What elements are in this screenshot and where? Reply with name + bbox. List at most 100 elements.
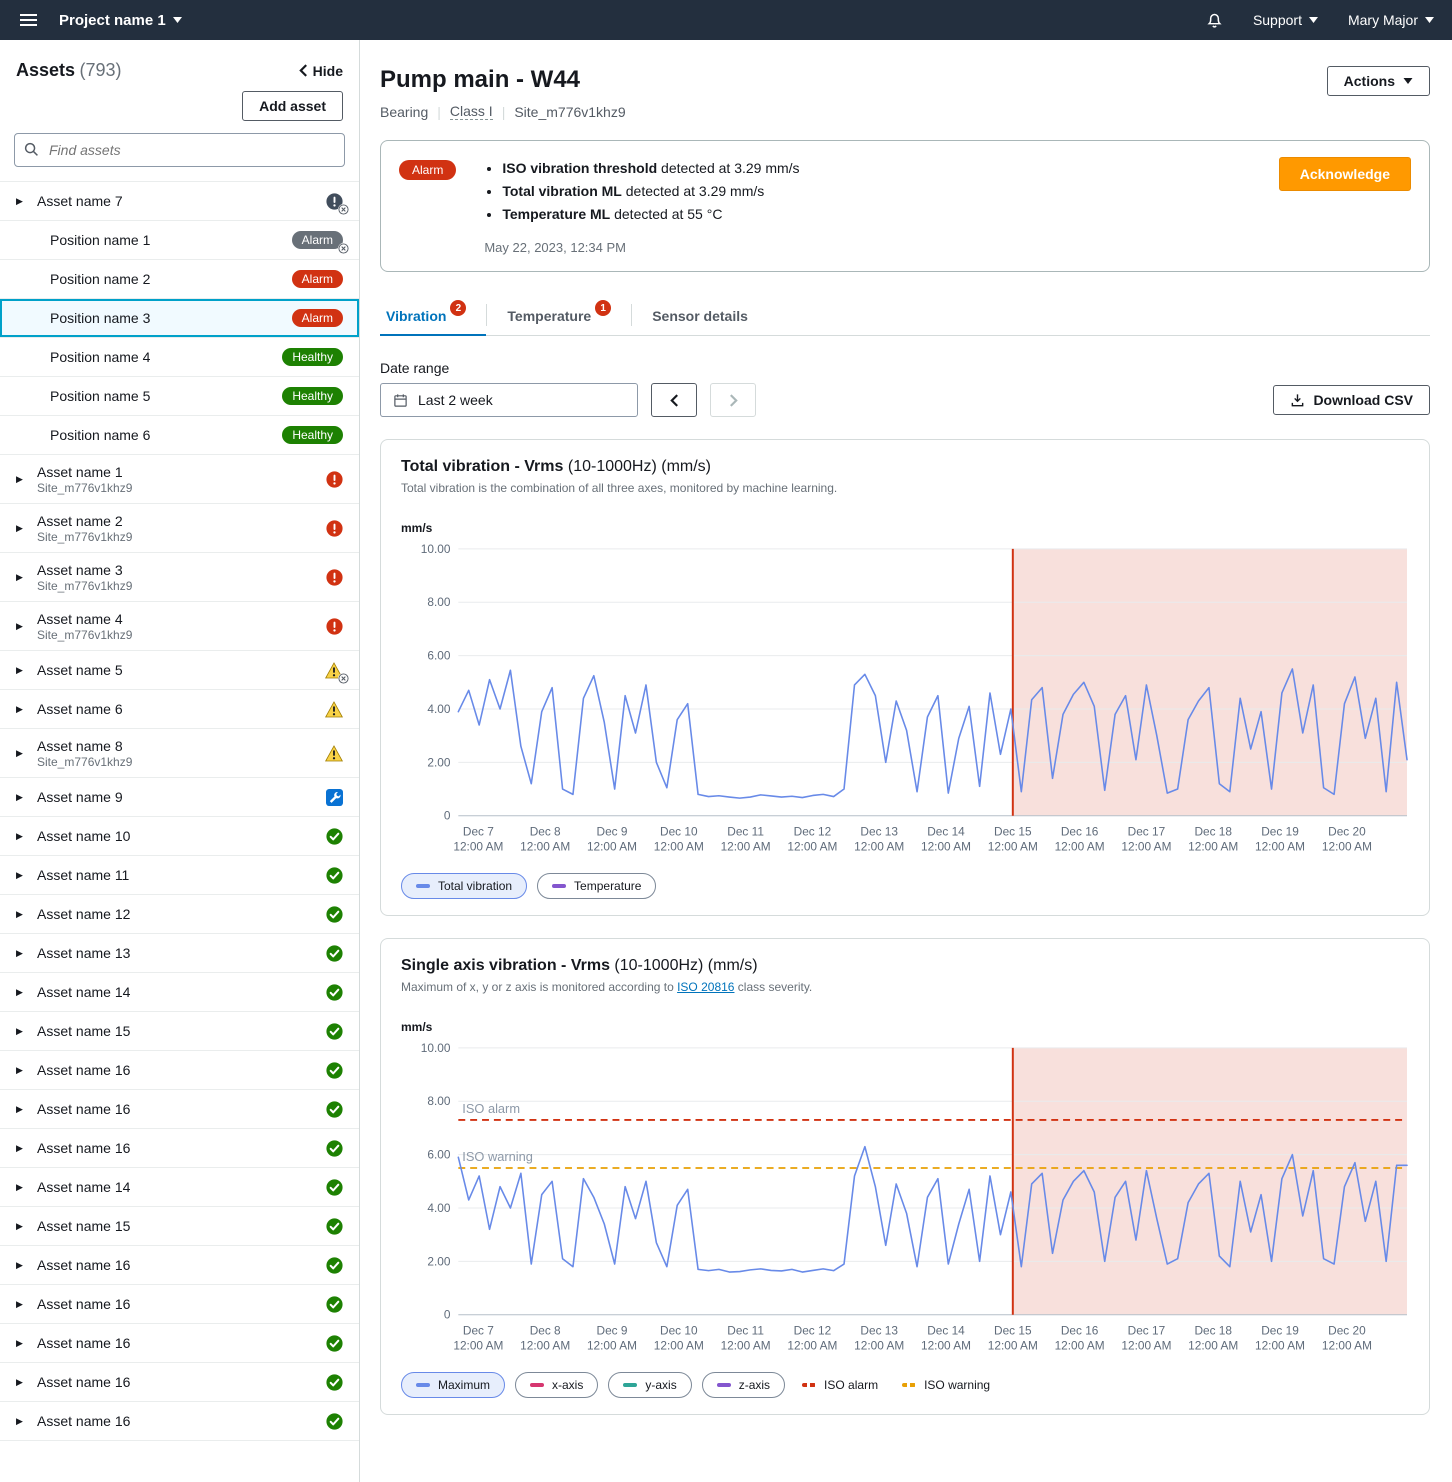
- asset-row[interactable]: ▶Asset name 13: [0, 934, 359, 973]
- position-row[interactable]: Position name 5Healthy: [0, 377, 359, 416]
- asset-row[interactable]: ▶Asset name 7: [0, 182, 359, 221]
- asset-row[interactable]: ▶Asset name 3Site_m776v1khz9: [0, 553, 359, 602]
- position-row[interactable]: Position name 4Healthy: [0, 338, 359, 377]
- asset-row[interactable]: ▶Asset name 15: [0, 1207, 359, 1246]
- asset-row[interactable]: ▶Asset name 16: [0, 1402, 359, 1441]
- expand-caret-icon[interactable]: ▶: [16, 1182, 27, 1193]
- menu-icon[interactable]: [18, 10, 39, 30]
- expand-caret-icon[interactable]: ▶: [16, 1104, 27, 1115]
- total-vibration-chart[interactable]: 02.004.006.008.0010.00Dec 712:00 AMDec 8…: [401, 541, 1409, 859]
- asset-row[interactable]: ▶Asset name 11: [0, 856, 359, 895]
- tab-temperature[interactable]: Temperature1: [487, 308, 631, 335]
- support-menu[interactable]: Support: [1253, 12, 1318, 28]
- asset-row[interactable]: ▶Asset name 16: [0, 1246, 359, 1285]
- expand-caret-icon[interactable]: ▶: [16, 572, 27, 583]
- chart-title: Total vibration - Vrms (10-1000Hz) (mm/s…: [401, 458, 1409, 476]
- expand-caret-icon[interactable]: ▶: [16, 1221, 27, 1232]
- asset-row[interactable]: ▶Asset name 14: [0, 1168, 359, 1207]
- position-row[interactable]: Position name 1Alarm: [0, 221, 359, 260]
- actions-button[interactable]: Actions: [1327, 66, 1430, 96]
- svg-text:12:00 AM: 12:00 AM: [921, 1339, 971, 1353]
- expand-caret-icon[interactable]: ▶: [16, 1026, 27, 1037]
- expand-caret-icon[interactable]: ▶: [16, 523, 27, 534]
- notifications-bell-icon[interactable]: [1206, 12, 1223, 29]
- expand-caret-icon[interactable]: ▶: [16, 1299, 27, 1310]
- download-csv-button[interactable]: Download CSV: [1273, 385, 1430, 415]
- expand-caret-icon[interactable]: ▶: [16, 196, 27, 207]
- next-range-button[interactable]: [710, 383, 756, 417]
- asset-row[interactable]: ▶Asset name 2Site_m776v1khz9: [0, 504, 359, 553]
- alert-message: Temperature ML detected at 55 °C: [502, 203, 1250, 226]
- expand-caret-icon[interactable]: ▶: [16, 1338, 27, 1349]
- legend-item-temperature[interactable]: Temperature: [537, 873, 656, 899]
- asset-row[interactable]: ▶Asset name 12: [0, 895, 359, 934]
- legend-item-y-axis[interactable]: y-axis: [608, 1372, 691, 1398]
- single-axis-vibration-chart[interactable]: 02.004.006.008.0010.00Dec 712:00 AMDec 8…: [401, 1040, 1409, 1358]
- user-menu[interactable]: Mary Major: [1348, 12, 1434, 28]
- asset-row[interactable]: ▶Asset name 6: [0, 690, 359, 729]
- position-row[interactable]: Position name 3Alarm: [0, 299, 359, 338]
- legend-item-iso-warning[interactable]: ISO warning: [895, 1372, 997, 1398]
- asset-row[interactable]: ▶Asset name 14: [0, 973, 359, 1012]
- acknowledge-button[interactable]: Acknowledge: [1279, 157, 1411, 191]
- asset-row[interactable]: ▶Asset name 15: [0, 1012, 359, 1051]
- tab-vibration[interactable]: Vibration2: [380, 308, 486, 335]
- asset-row[interactable]: ▶Asset name 9: [0, 778, 359, 817]
- asset-row[interactable]: ▶Asset name 4Site_m776v1khz9: [0, 602, 359, 651]
- legend-item-maximum[interactable]: Maximum: [401, 1372, 505, 1398]
- svg-text:Dec 8: Dec 8: [530, 1324, 561, 1338]
- search-input[interactable]: [14, 133, 345, 167]
- asset-row[interactable]: ▶Asset name 16: [0, 1363, 359, 1402]
- previous-range-button[interactable]: [651, 383, 697, 417]
- svg-text:4.00: 4.00: [427, 702, 450, 716]
- position-row[interactable]: Position name 6Healthy: [0, 416, 359, 455]
- expand-caret-icon[interactable]: ▶: [16, 948, 27, 959]
- expand-caret-icon[interactable]: ▶: [16, 704, 27, 715]
- asset-row[interactable]: ▶Asset name 16: [0, 1129, 359, 1168]
- expand-caret-icon[interactable]: ▶: [16, 665, 27, 676]
- asset-row[interactable]: ▶Asset name 16: [0, 1324, 359, 1363]
- add-asset-button[interactable]: Add asset: [242, 91, 343, 121]
- asset-row[interactable]: ▶Asset name 16: [0, 1285, 359, 1324]
- svg-text:Dec 10: Dec 10: [660, 1324, 698, 1338]
- alert-message: ISO vibration threshold detected at 3.29…: [502, 157, 1250, 180]
- asset-class-link[interactable]: Class I: [450, 103, 493, 120]
- iso-20816-link[interactable]: ISO 20816: [677, 980, 734, 994]
- expand-caret-icon[interactable]: ▶: [16, 1416, 27, 1427]
- asset-row[interactable]: ▶Asset name 16: [0, 1090, 359, 1129]
- status-healthy-icon: [326, 1179, 343, 1196]
- date-range-select[interactable]: Last 2 week: [380, 383, 638, 417]
- status-healthy-icon: [326, 906, 343, 923]
- expand-caret-icon[interactable]: ▶: [16, 831, 27, 842]
- legend-item-z-axis[interactable]: z-axis: [702, 1372, 785, 1398]
- asset-row[interactable]: ▶Asset name 1Site_m776v1khz9: [0, 455, 359, 504]
- item-site: Site_m776v1khz9: [37, 530, 132, 544]
- asset-row[interactable]: ▶Asset name 8Site_m776v1khz9: [0, 729, 359, 778]
- asset-row[interactable]: ▶Asset name 5: [0, 651, 359, 690]
- legend-item-total-vibration[interactable]: Total vibration: [401, 873, 527, 899]
- svg-text:12:00 AM: 12:00 AM: [520, 839, 570, 853]
- expand-caret-icon[interactable]: ▶: [16, 621, 27, 632]
- expand-caret-icon[interactable]: ▶: [16, 748, 27, 759]
- item-label: Position name 1: [50, 232, 150, 248]
- legend-item-iso-alarm[interactable]: ISO alarm: [795, 1372, 885, 1398]
- asset-row[interactable]: ▶Asset name 10: [0, 817, 359, 856]
- expand-caret-icon[interactable]: ▶: [16, 909, 27, 920]
- expand-caret-icon[interactable]: ▶: [16, 1143, 27, 1154]
- legend-item-x-axis[interactable]: x-axis: [515, 1372, 598, 1398]
- hide-panel-link[interactable]: Hide: [299, 63, 343, 79]
- expand-caret-icon[interactable]: ▶: [16, 792, 27, 803]
- expand-caret-icon[interactable]: ▶: [16, 1260, 27, 1271]
- svg-text:12:00 AM: 12:00 AM: [787, 1339, 837, 1353]
- svg-text:12:00 AM: 12:00 AM: [587, 839, 637, 853]
- project-selector[interactable]: Project name 1: [59, 12, 182, 29]
- tab-sensor-details[interactable]: Sensor details: [632, 308, 768, 335]
- expand-caret-icon[interactable]: ▶: [16, 870, 27, 881]
- expand-caret-icon[interactable]: ▶: [16, 1377, 27, 1388]
- expand-caret-icon[interactable]: ▶: [16, 987, 27, 998]
- svg-text:Dec 11: Dec 11: [727, 1324, 764, 1338]
- position-row[interactable]: Position name 2Alarm: [0, 260, 359, 299]
- expand-caret-icon[interactable]: ▶: [16, 474, 27, 485]
- expand-caret-icon[interactable]: ▶: [16, 1065, 27, 1076]
- asset-row[interactable]: ▶Asset name 16: [0, 1051, 359, 1090]
